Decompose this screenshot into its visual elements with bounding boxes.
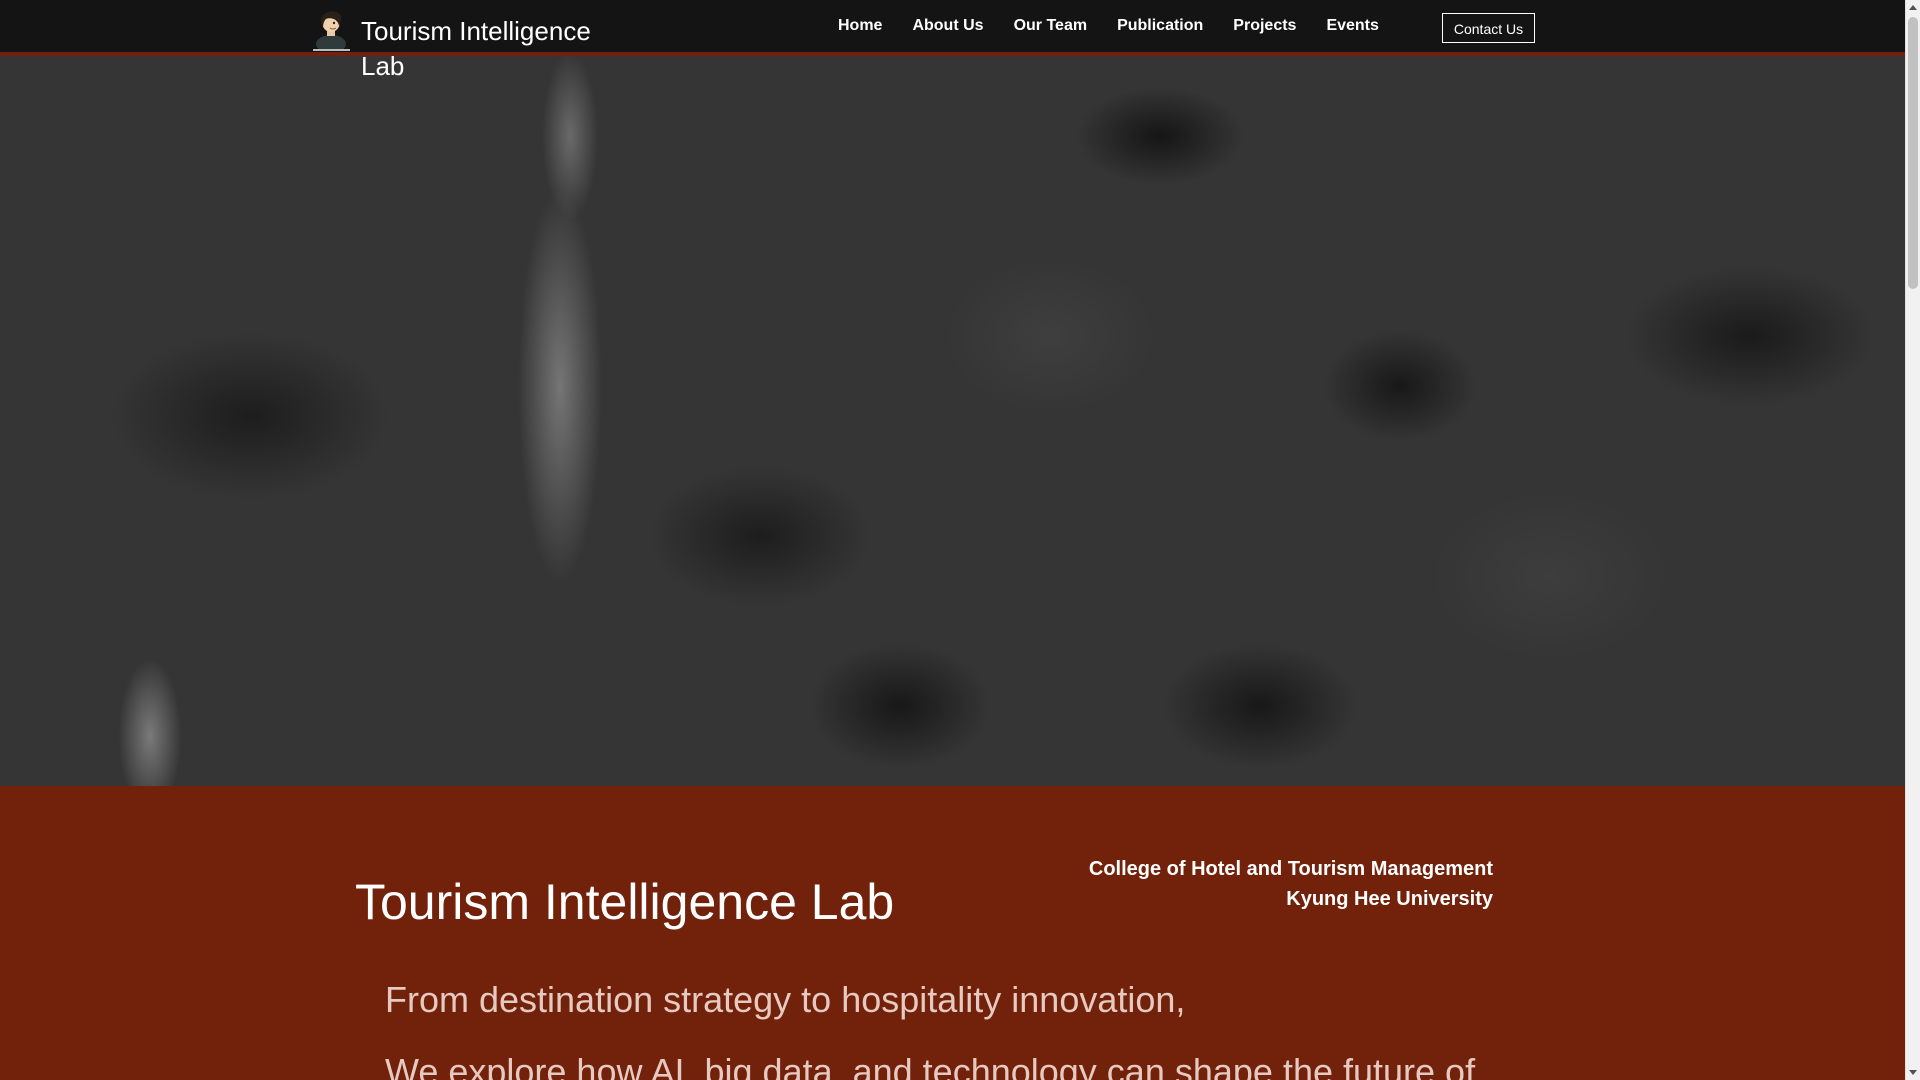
hero-background-image [0, 56, 1905, 786]
intro-description: From destination strategy to hospitality… [385, 964, 1505, 1080]
intro-section: Tourism Intelligence Lab College of Hote… [0, 786, 1905, 1080]
nav-projects[interactable]: Projects [1218, 16, 1311, 36]
nav-publication[interactable]: Publication [1102, 16, 1218, 36]
main-nav: Home About Us Our Team Publication Proje… [823, 16, 1394, 36]
nav-events[interactable]: Events [1311, 16, 1393, 36]
scroll-up-arrow-icon[interactable] [1909, 5, 1917, 10]
intro-text-line-1: From destination strategy to hospitality… [385, 979, 1186, 1020]
intro-text-line-2: We explore how AI, big data, and technol… [385, 1051, 1476, 1080]
affiliation-college: College of Hotel and Tourism Management [1088, 858, 1493, 880]
scrollbar-thumb[interactable] [1908, 17, 1918, 289]
nav-our-team[interactable]: Our Team [999, 16, 1103, 36]
page-scrollbar[interactable] [1905, 0, 1920, 1080]
site-title[interactable]: Tourism Intelligence Lab [361, 14, 621, 84]
person-avatar-icon[interactable] [313, 6, 350, 53]
contact-us-button[interactable]: Contact Us [1442, 13, 1535, 43]
site-header: Tourism Intelligence Lab Home About Us O… [0, 0, 1905, 81]
intro-title: Tourism Intelligence Lab [355, 874, 895, 930]
nav-home[interactable]: Home [823, 16, 897, 36]
affiliation-university: Kyung Hee University [1286, 888, 1493, 910]
affiliation: College of Hotel and Tourism Management … [1089, 854, 1493, 914]
nav-about-us[interactable]: About Us [897, 16, 998, 36]
scroll-down-arrow-icon[interactable] [1909, 1070, 1917, 1075]
page: Tourism Intelligence Lab Home About Us O… [0, 0, 1920, 1080]
